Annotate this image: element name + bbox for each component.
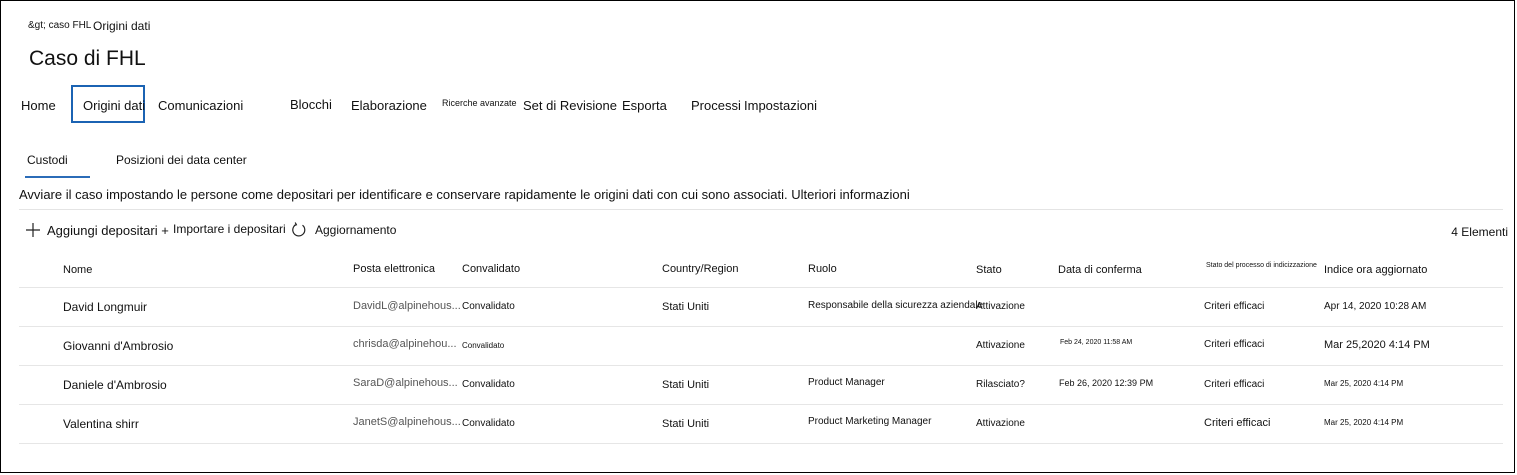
- cell-country: Stati Uniti: [662, 379, 710, 391]
- subtab-selected-underline: [25, 176, 90, 178]
- cell-indice-aggiornato: Mar 25, 2020 4:14 PM: [1324, 379, 1404, 388]
- table-row[interactable]: [19, 288, 1503, 326]
- cell-email: SaraD@alpinehous...: [353, 377, 458, 389]
- refresh-button[interactable]: Aggiornamento: [291, 221, 396, 239]
- cell-nome[interactable]: Valentina shirr: [63, 417, 139, 431]
- row-divider: [19, 443, 1503, 444]
- cell-stato: Rilasciato?: [976, 379, 1025, 390]
- tab-ricerche-avanzate[interactable]: Ricerche avanzate: [442, 98, 517, 108]
- col-header-data-di-conferma[interactable]: Data di conferma: [1058, 264, 1142, 276]
- add-custodians-label: Aggiungi depositari +: [47, 222, 169, 238]
- cell-indice-aggiornato: Apr 14, 2020 10:28 AM: [1324, 301, 1427, 312]
- cell-data-conferma: Feb 24, 2020 11:58 AM: [1060, 339, 1133, 346]
- refresh-icon: [291, 221, 307, 239]
- tab-esporta[interactable]: Esporta: [622, 98, 667, 113]
- cell-stato-indicizzazione: Criteri efficaci: [1204, 379, 1265, 390]
- col-header-indice-ora-aggiornato[interactable]: Indice ora aggiornato: [1324, 264, 1427, 276]
- cell-stato-indicizzazione: Criteri efficaci: [1204, 417, 1271, 429]
- tab-comunicazioni[interactable]: Comunicazioni: [158, 98, 243, 113]
- col-header-ruolo[interactable]: Ruolo: [808, 263, 837, 275]
- cell-ruolo: Product Marketing Manager: [808, 416, 932, 427]
- cell-email: DavidL@alpinehous...: [353, 300, 461, 312]
- refresh-label: Aggiornamento: [315, 223, 397, 237]
- cell-stato: Attivazione: [976, 301, 1025, 312]
- cell-indice-aggiornato: Mar 25,2020 4:14 PM: [1324, 339, 1430, 351]
- table-row[interactable]: [19, 327, 1503, 365]
- cell-country: Stati Uniti: [662, 301, 710, 313]
- breadcrumb-current: Origini dati: [93, 19, 151, 33]
- cell-email: JanetS@alpinehous...: [353, 416, 461, 428]
- cell-nome[interactable]: Giovanni d'Ambrosio: [63, 339, 173, 353]
- subtab-posizioni-data-center[interactable]: Posizioni dei data center: [116, 153, 247, 167]
- col-header-convalidato[interactable]: Convalidato: [462, 263, 520, 275]
- tab-elaborazione[interactable]: Elaborazione: [351, 98, 427, 113]
- table-row[interactable]: [19, 366, 1503, 404]
- cell-convalidato: Convalidato: [462, 301, 515, 312]
- cell-stato: Attivazione: [976, 340, 1025, 351]
- tab-impostazioni[interactable]: Impostazioni: [744, 98, 817, 113]
- tab-processi[interactable]: Processi: [691, 98, 741, 113]
- cell-email: chrisda@alpinehou...: [353, 338, 457, 350]
- cell-nome[interactable]: Daniele d'Ambrosio: [63, 378, 167, 392]
- item-count: 4 Elementi: [1451, 225, 1508, 239]
- tab-home[interactable]: Home: [21, 98, 56, 113]
- breadcrumb-parent[interactable]: &gt; caso FHL: [28, 20, 91, 31]
- cell-convalidato: Convalidato: [462, 341, 505, 350]
- cell-ruolo: Product Manager: [808, 377, 885, 388]
- import-custodians-button[interactable]: Importare i depositari: [173, 222, 286, 236]
- divider: [19, 209, 1503, 210]
- tab-set-di-revisione[interactable]: Set di Revisione: [523, 98, 617, 113]
- add-custodians-button[interactable]: Aggiungi depositari +: [25, 222, 169, 238]
- tab-blocchi[interactable]: Blocchi: [290, 97, 332, 112]
- col-header-nome[interactable]: Nome: [63, 264, 92, 276]
- cell-stato: Attivazione: [976, 418, 1025, 429]
- cell-stato-indicizzazione: Criteri efficaci: [1204, 301, 1265, 312]
- cell-nome[interactable]: David Longmuir: [63, 300, 147, 314]
- cell-stato-indicizzazione: Criteri efficaci: [1204, 339, 1265, 350]
- col-header-stato[interactable]: Stato: [976, 264, 1002, 276]
- cell-country: Stati Uniti: [662, 418, 710, 430]
- cell-data-conferma: Feb 26, 2020 12:39 PM: [1059, 378, 1154, 388]
- table-row[interactable]: [19, 405, 1503, 443]
- app-window: &gt; caso FHL Origini dati Caso di FHL H…: [0, 0, 1515, 473]
- cell-convalidato: Convalidato: [462, 418, 515, 429]
- page-title: Caso di FHL: [29, 47, 146, 70]
- cell-ruolo: Responsabile della sicurezza aziendale: [808, 300, 984, 311]
- col-header-stato-indicizzazione[interactable]: Stato del processo di indicizzazione: [1206, 262, 1317, 269]
- cell-convalidato: Convalidato: [462, 379, 515, 390]
- col-header-posta-elettronica[interactable]: Posta elettronica: [353, 263, 435, 275]
- col-header-country-region[interactable]: Country/Region: [662, 263, 738, 275]
- cell-indice-aggiornato: Mar 25, 2020 4:14 PM: [1324, 418, 1404, 427]
- subtab-custodi[interactable]: Custodi: [27, 153, 68, 167]
- tab-origini-dati[interactable]: Origini dati: [83, 98, 145, 113]
- page-description: Avviare il caso impostando le persone co…: [19, 187, 910, 202]
- plus-icon: [25, 222, 41, 238]
